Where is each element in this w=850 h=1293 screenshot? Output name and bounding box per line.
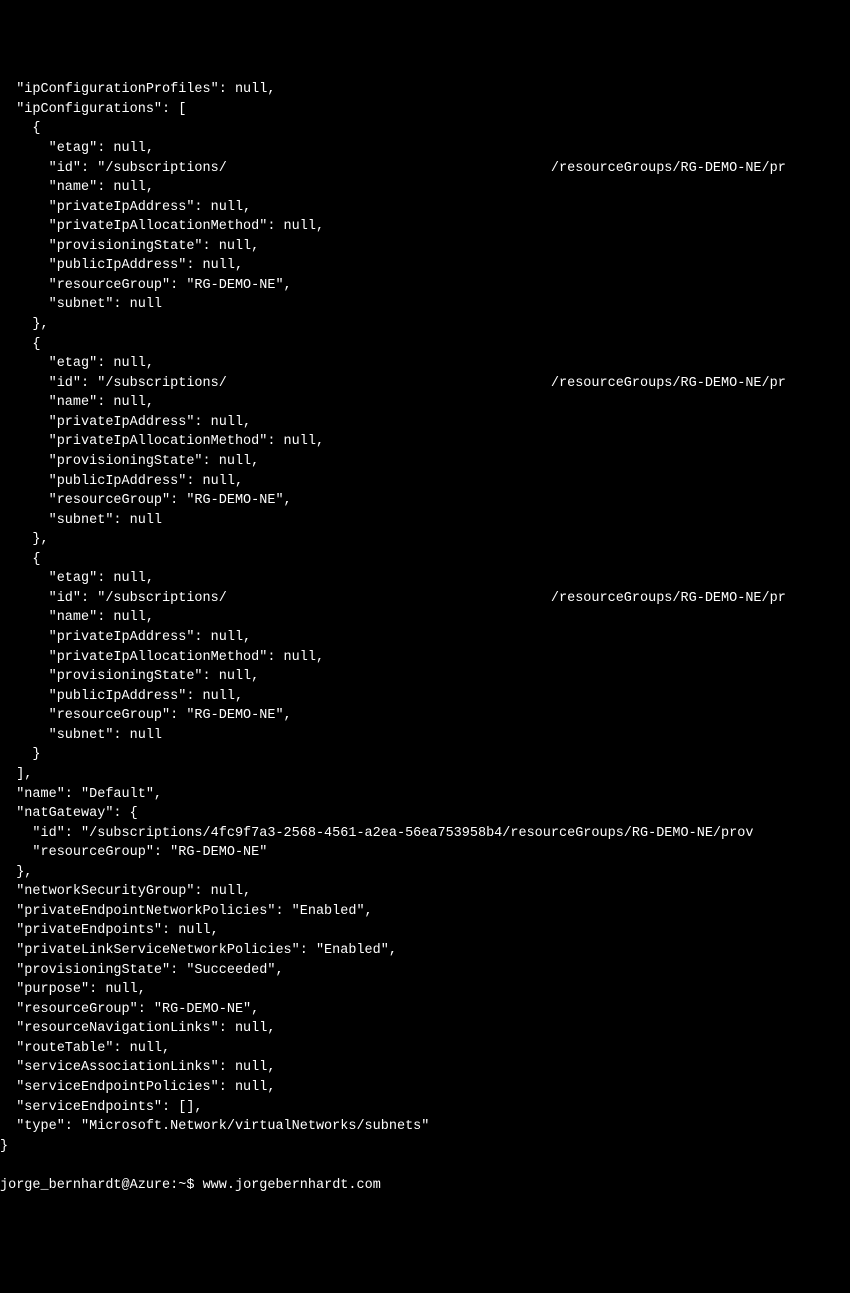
terminal-json-output: "ipConfigurationProfiles": null, "ipConf… [0,80,850,1156]
prompt-path: ~ [178,1178,186,1193]
prompt-symbol: $ [186,1178,194,1193]
command-input[interactable]: www.jorgebernhardt.com [203,1178,381,1193]
terminal-prompt-line[interactable]: jorge_bernhardt@Azure:~$ www.jorgebernha… [0,1176,850,1196]
prompt-user-host: jorge_bernhardt@Azure [0,1178,170,1193]
